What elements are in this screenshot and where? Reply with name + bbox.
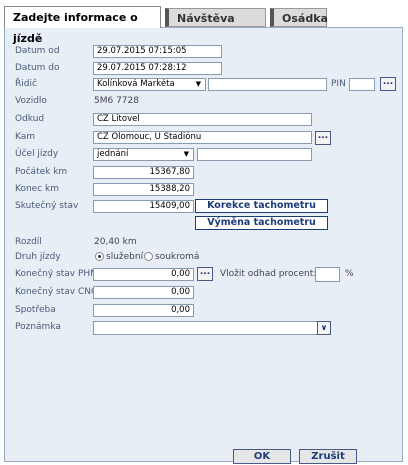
- chevron-down-icon: ▼: [195, 80, 201, 88]
- tab-bar: Zadejte informace o jízdě Návštěva firmy…: [4, 6, 404, 45]
- dialog-frame: Zadejte informace o jízdě Návštěva firmy…: [4, 6, 404, 464]
- pin-label: PIN: [331, 79, 346, 89]
- chevron-down-icon: ▼: [183, 150, 189, 158]
- poznamka-dropdown-button[interactable]: ∨: [317, 321, 331, 335]
- label-konecny-phm: Konečný stav PHM: [15, 269, 98, 279]
- percent-unit: %: [345, 269, 354, 279]
- radio-soukroma-label: soukromá: [155, 252, 200, 262]
- zrusit-button[interactable]: Zrušit: [299, 449, 357, 464]
- label-poznamka: Poznámka: [15, 322, 61, 332]
- ucel-selected-value: jednání: [97, 149, 129, 159]
- label-pocatek-km: Počátek km: [15, 167, 68, 177]
- label-druh-jizdy: Druh jízdy: [15, 252, 61, 262]
- vozidlo-value: 5M6 7728: [94, 96, 139, 106]
- korekce-tachometru-button[interactable]: Korekce tachometru: [195, 199, 328, 213]
- odhad-input[interactable]: [315, 267, 340, 282]
- spotreba-input[interactable]: 0,00: [93, 304, 194, 317]
- odhad-label: Vložit odhad procent:: [220, 269, 317, 279]
- pocatek-km-input[interactable]: 15367,80: [93, 166, 194, 179]
- datum-do-input[interactable]: 29.07.2015 07:28:12: [93, 62, 222, 75]
- konec-km-input[interactable]: 15388,20: [93, 183, 194, 196]
- odkud-input[interactable]: CZ Litovel: [93, 113, 312, 126]
- label-spotreba: Spotřeba: [15, 305, 56, 315]
- ucel-select[interactable]: jednání ▼: [93, 148, 194, 161]
- pin-input[interactable]: [349, 78, 375, 91]
- datum-od-input[interactable]: 29.07.2015 07:15:05: [93, 45, 222, 58]
- tab-crew[interactable]: Osádka: [270, 8, 328, 27]
- label-ridic: Řidič: [15, 79, 37, 89]
- label-vozidlo: Vozidlo: [15, 96, 47, 106]
- label-skutecny-stav: Skutečný stav: [15, 201, 79, 211]
- ucel-extra-input[interactable]: [197, 148, 312, 161]
- label-odkud: Odkud: [15, 114, 45, 124]
- label-kam: Kam: [15, 132, 36, 142]
- label-konec-km: Konec km: [15, 184, 59, 194]
- konecny-phm-input[interactable]: 0,00: [93, 268, 194, 281]
- ridic-extra-input[interactable]: [208, 78, 327, 91]
- radio-sluzebni[interactable]: [95, 252, 104, 261]
- kam-browse-button[interactable]: ...: [315, 131, 331, 145]
- chevron-down-icon: ∨: [320, 323, 328, 332]
- konecny-cng-input[interactable]: 0,00: [93, 286, 194, 299]
- poznamka-input[interactable]: [93, 321, 318, 335]
- ridic-selected-value: Kolínková Markéta: [97, 79, 175, 89]
- tab-company-visit[interactable]: Návštěva firmy: [165, 8, 266, 44]
- ridic-browse-button[interactable]: ...: [380, 77, 396, 91]
- radio-soukroma[interactable]: [144, 252, 153, 261]
- label-rozdil: Rozdíl: [15, 237, 42, 247]
- ok-button[interactable]: OK: [233, 449, 291, 464]
- phm-browse-button[interactable]: ...: [197, 267, 213, 281]
- label-konecny-cng: Konečný stav CNG: [15, 287, 98, 297]
- radio-sluzebni-label: služební: [106, 252, 144, 262]
- rozdil-value: 20,40 km: [94, 237, 137, 247]
- label-ucel: Účel jízdy: [15, 149, 59, 159]
- skutecny-stav-input[interactable]: 15409,00: [93, 200, 194, 213]
- label-datum-do: Datum do: [15, 63, 60, 73]
- kam-input[interactable]: CZ Olomouc, U Stadiónu: [93, 131, 312, 144]
- form-panel: Datum od 29.07.2015 07:15:05 Datum do 29…: [4, 27, 403, 462]
- ridic-select[interactable]: Kolínková Markéta ▼: [93, 78, 206, 91]
- vymena-tachometru-button[interactable]: Výměna tachometru: [195, 216, 328, 230]
- tab-trip-info[interactable]: Zadejte informace o jízdě: [4, 6, 161, 45]
